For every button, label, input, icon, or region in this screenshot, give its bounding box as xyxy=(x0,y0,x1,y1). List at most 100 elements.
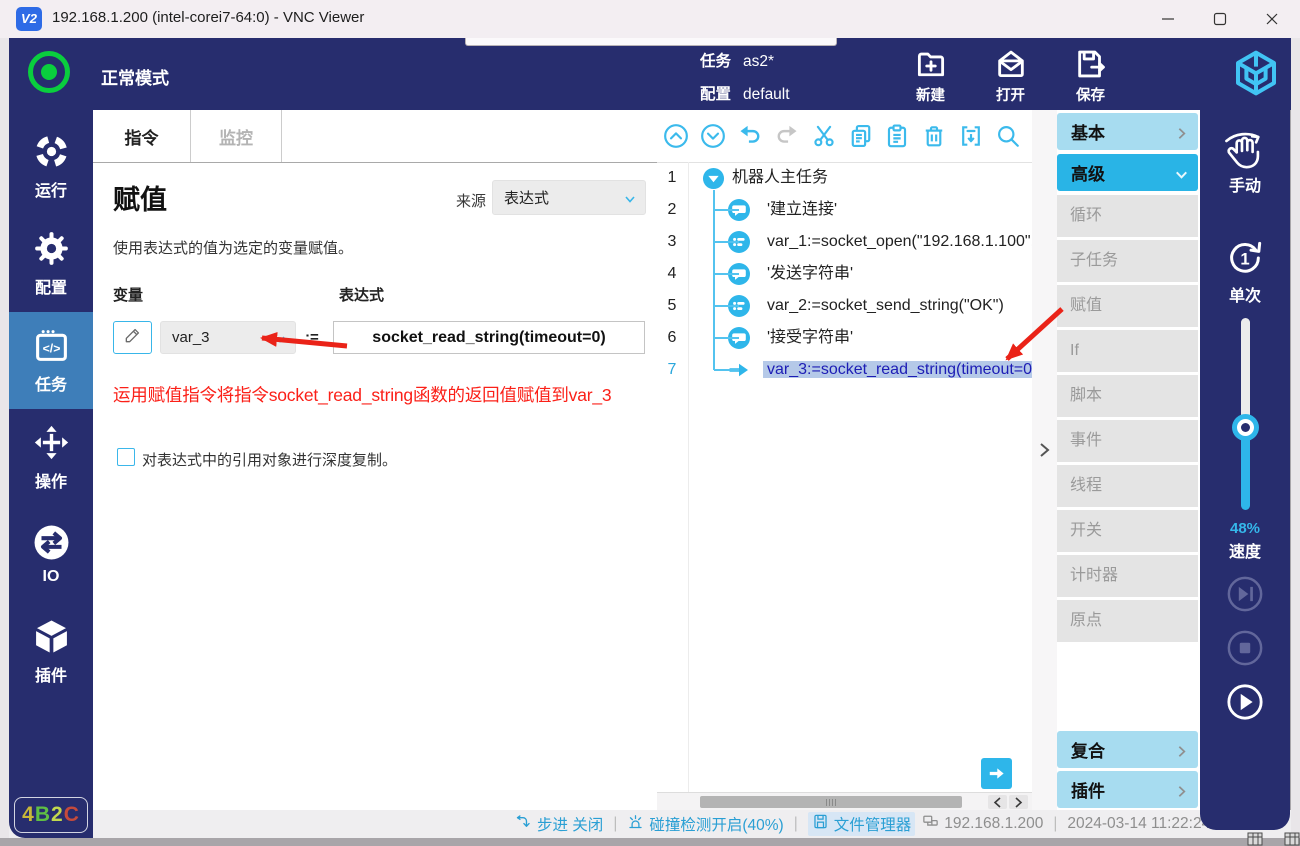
io-icon xyxy=(33,524,70,561)
arrow-right-icon xyxy=(987,764,1006,783)
step-over-button[interactable] xyxy=(1226,575,1264,613)
close-button[interactable] xyxy=(1246,0,1298,38)
palette-item-If[interactable]: If xyxy=(1057,330,1198,372)
desktop-grid-icon xyxy=(1247,831,1263,846)
speed-label: 速度 xyxy=(1200,538,1290,562)
mode-label: 正常模式 xyxy=(101,64,169,89)
tab-指令[interactable]: 指令 xyxy=(93,110,191,162)
sidebar-item-操作[interactable]: 操作 xyxy=(9,409,93,506)
left-sidebar: 运行配置</>任务操作IO插件 4B2C xyxy=(9,110,93,838)
chevron-down-icon xyxy=(624,192,636,204)
instruction-title: 赋值 xyxy=(113,178,167,217)
open-button[interactable]: 打开 xyxy=(985,47,1036,105)
stop-button[interactable] xyxy=(1226,629,1264,667)
sidebar-item-IO[interactable]: IO xyxy=(9,506,93,603)
palette-item-事件[interactable]: 事件 xyxy=(1057,420,1198,462)
palette-category-基本[interactable]: 基本 xyxy=(1057,113,1198,150)
task-value: as2* xyxy=(743,53,774,70)
play-button[interactable] xyxy=(1226,683,1264,721)
tree-connector xyxy=(713,190,715,370)
tree-row[interactable]: '建立连接' xyxy=(767,194,837,226)
palette-item-原点[interactable]: 原点 xyxy=(1057,600,1198,642)
save-icon xyxy=(1074,47,1108,81)
source-dropdown[interactable]: 表达式 xyxy=(492,180,646,215)
panel-collapse-strip[interactable] xyxy=(1032,110,1058,810)
palette-item-循环[interactable]: 循环 xyxy=(1057,195,1198,237)
datetime: 2024-03-14 11:22:24 xyxy=(1067,815,1210,833)
config-value: default xyxy=(743,86,790,103)
single-cycle-label: 单次 xyxy=(1200,282,1290,306)
next-step-button[interactable] xyxy=(981,758,1012,789)
tree-row[interactable]: 机器人主任务 xyxy=(732,162,828,194)
scroll-right-button[interactable] xyxy=(1009,795,1028,809)
insert-button[interactable] xyxy=(958,123,984,149)
window-controls xyxy=(1142,0,1298,38)
tree-row[interactable]: var_1:=socket_open("192.168.1.100",85 xyxy=(767,226,1033,258)
sidebar-item-插件[interactable]: 插件 xyxy=(9,603,93,700)
step-status[interactable]: 步进 关闭 xyxy=(515,813,603,835)
deep-copy-checkbox[interactable] xyxy=(117,448,135,466)
minimize-button[interactable] xyxy=(1142,0,1194,38)
svg-text:1: 1 xyxy=(1240,249,1249,268)
expand-all-button[interactable] xyxy=(700,123,726,149)
tree-row[interactable]: '接受字符串' xyxy=(767,322,853,354)
copy-button[interactable] xyxy=(848,123,874,149)
vnc-viewer-window: V2 192.168.1.200 (intel-corei7-64:0) - V… xyxy=(0,0,1300,846)
palette-item-计时器[interactable]: 计时器 xyxy=(1057,555,1198,597)
config-row: 配置default xyxy=(700,82,790,104)
palette-item-赋值[interactable]: 赋值 xyxy=(1057,285,1198,327)
tree-toolbar xyxy=(657,110,1032,163)
node-collapse-icon[interactable] xyxy=(702,167,725,190)
window-edge-right xyxy=(1291,38,1300,838)
line-number: 3 xyxy=(657,226,687,258)
paste-button[interactable] xyxy=(884,123,910,149)
maximize-button[interactable] xyxy=(1194,0,1246,38)
file-manager-button[interactable]: 文件管理器 xyxy=(808,812,916,836)
file-manager-button-icon xyxy=(812,813,829,835)
scrollbar-thumb[interactable] xyxy=(700,796,962,808)
connection-ip: 192.168.1.200 xyxy=(922,813,1043,835)
normal-mode-icon xyxy=(28,51,70,93)
scroll-left-button[interactable] xyxy=(988,795,1007,809)
tree-row[interactable]: '发送字符串' xyxy=(767,258,853,290)
variable-dropdown[interactable]: var_3 xyxy=(160,321,296,354)
tree-row[interactable]: var_3:=socket_read_string(timeout=0) xyxy=(767,354,1033,386)
single-cycle-icon[interactable]: 1 xyxy=(1225,238,1265,278)
search-button[interactable] xyxy=(995,123,1021,149)
line-number-divider xyxy=(688,162,689,792)
palette-item-开关[interactable]: 开关 xyxy=(1057,510,1198,552)
tab-监控[interactable]: 监控 xyxy=(191,110,282,162)
right-sidebar: 手动 1 单次 48% 速度 xyxy=(1200,110,1290,830)
target-icon xyxy=(33,133,70,170)
sidebar-item-任务[interactable]: </>任务 xyxy=(9,312,93,409)
palette-category-复合[interactable]: 复合 xyxy=(1057,731,1198,768)
instruction-panel: 指令监控 赋值 来源 表达式 使用表达式的值为选定的变量赋值。 变量 表达式 v… xyxy=(93,110,658,810)
edit-variable-button[interactable] xyxy=(113,321,152,354)
delete-button[interactable] xyxy=(921,123,947,149)
save-button[interactable]: 保存 xyxy=(1065,47,1116,105)
cut-button[interactable] xyxy=(811,123,837,149)
step-status-icon xyxy=(515,813,532,835)
palette-item-线程[interactable]: 线程 xyxy=(1057,465,1198,507)
new-button[interactable]: 新建 xyxy=(905,47,956,105)
cube-icon xyxy=(33,618,70,655)
undo-button[interactable] xyxy=(737,123,763,149)
sidebar-item-配置[interactable]: 配置 xyxy=(9,215,93,312)
tree-row[interactable]: var_2:=socket_send_string("OK") xyxy=(767,290,1004,322)
collision-detection-status[interactable]: 碰撞检测开启(40%) xyxy=(627,813,783,835)
expression-input[interactable]: socket_read_string(timeout=0) xyxy=(333,321,645,354)
palette-item-脚本[interactable]: 脚本 xyxy=(1057,375,1198,417)
redo-button[interactable] xyxy=(774,123,800,149)
hand-icon[interactable] xyxy=(1222,130,1268,168)
collapse-all-button[interactable] xyxy=(663,123,689,149)
save-label: 保存 xyxy=(1076,84,1105,105)
palette-category-高级[interactable]: 高级 xyxy=(1057,154,1198,191)
horizontal-scrollbar[interactable] xyxy=(657,792,1032,810)
palette-category-插件[interactable]: 插件 xyxy=(1057,771,1198,808)
sidebar-item-运行[interactable]: 运行 xyxy=(9,118,93,215)
annotation-text: 运用赋值指令将指令socket_read_string函数的返回值赋值到var_… xyxy=(113,382,656,407)
connection-ip-icon xyxy=(922,813,939,835)
palette-item-子任务[interactable]: 子任务 xyxy=(1057,240,1198,282)
vnc-toolbar-peek[interactable] xyxy=(465,38,837,46)
line-number: 5 xyxy=(657,290,687,322)
